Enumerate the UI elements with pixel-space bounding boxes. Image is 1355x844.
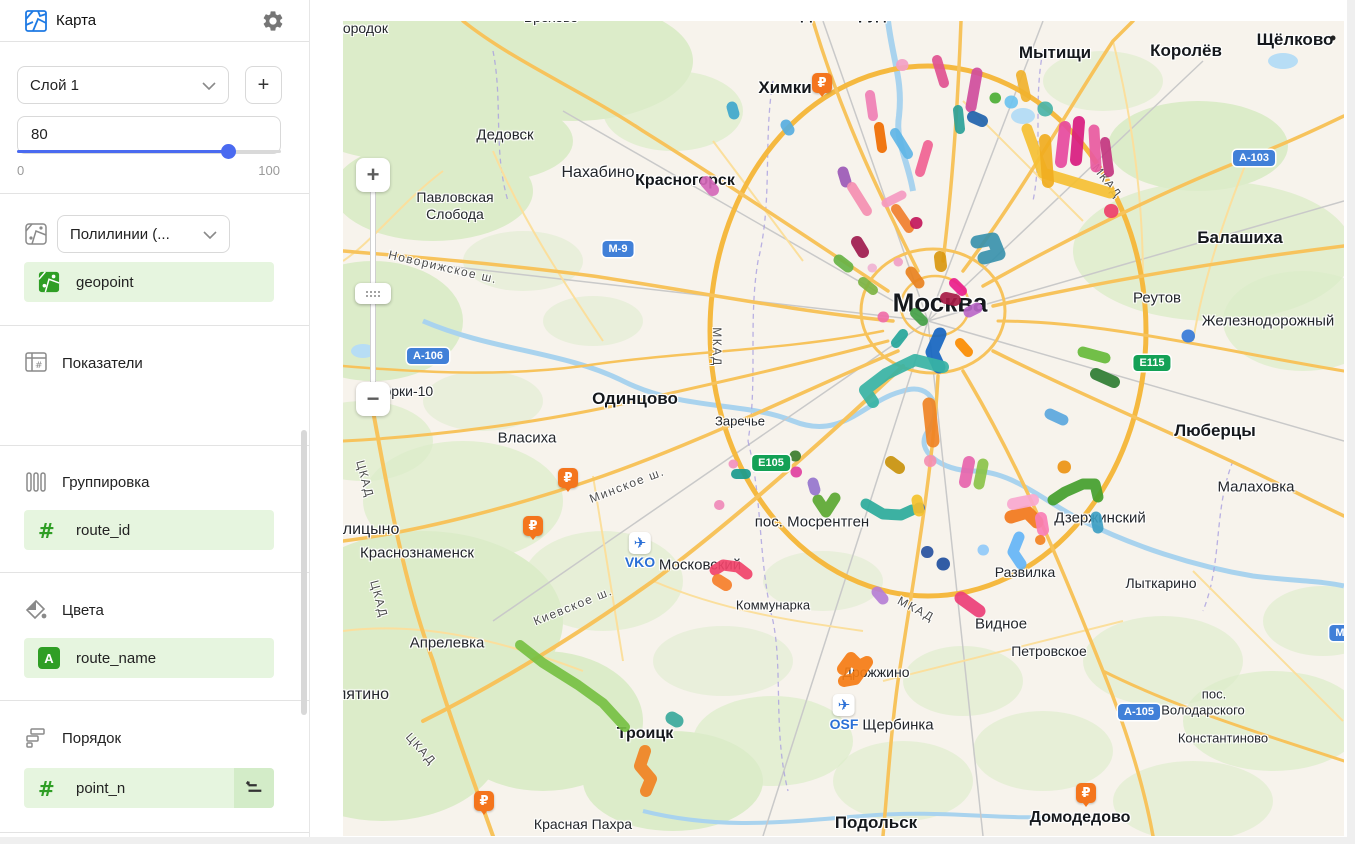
number-field-icon: #	[38, 519, 60, 541]
road-shield: Е115	[1133, 355, 1170, 371]
zoom-out-button[interactable]: −	[356, 382, 390, 416]
panel-scrollbar[interactable]	[301, 430, 307, 715]
layer-select-value: Слой 1	[30, 77, 79, 94]
map-canvas[interactable]: МоскваХимкиМытищиКоролёвЩёлковоБалашихаО…	[343, 21, 1344, 836]
geometry-type-icon	[24, 222, 48, 246]
order-section-title: Порядок	[62, 730, 121, 747]
layer-select[interactable]: Слой 1	[17, 66, 229, 104]
fuel-price-marker[interactable]: ₽	[812, 73, 832, 93]
map-markers-layer: М-9А-106А-103А-105Е115Е105М5₽₽₽₽₽✈VKO✈OS…	[343, 21, 1344, 836]
plane-icon: ✈	[833, 694, 855, 716]
fuel-price-marker[interactable]: ₽	[558, 468, 578, 488]
order-field-label: point_n	[76, 780, 125, 797]
geopoint-field-label: geopoint	[76, 274, 134, 291]
airport-code-label: OSF	[830, 716, 859, 732]
chevron-down-icon	[202, 77, 216, 94]
opacity-value: 80	[31, 126, 48, 143]
plane-icon: ✈	[629, 532, 651, 554]
road-shield: Е105	[752, 455, 790, 471]
grouping-section-title: Группировка	[62, 474, 149, 491]
colors-field-label: route_name	[76, 650, 156, 667]
fuel-price-marker[interactable]: ₽	[523, 516, 543, 536]
geopoint-icon	[38, 271, 60, 293]
airport-marker[interactable]: ✈OSF	[830, 694, 859, 732]
drag-dots-icon	[365, 290, 381, 297]
panel-title: Карта	[56, 12, 96, 29]
road-shield: М5	[1329, 625, 1344, 641]
string-field-icon: A	[38, 647, 60, 669]
zoom-in-button[interactable]: +	[356, 158, 390, 192]
map-settings-panel: Карта Слой 1 + 80 0 100 Полилинии (...	[0, 0, 310, 844]
colors-section-title: Цвета	[62, 602, 104, 619]
airport-code-label: VKO	[625, 554, 655, 570]
road-shield: А-105	[1118, 704, 1160, 720]
opacity-max-label: 100	[258, 163, 280, 178]
opacity-input[interactable]: 80	[17, 116, 281, 154]
geopoint-field-chip[interactable]: geopoint	[24, 262, 274, 302]
panel-header: Карта	[0, 0, 309, 42]
number-field-icon: #	[38, 777, 60, 799]
geometry-type-value: Полилинии (...	[70, 226, 170, 243]
order-icon	[24, 726, 48, 750]
grouping-icon	[24, 470, 48, 494]
measures-icon: #	[24, 350, 48, 374]
add-layer-button[interactable]: +	[245, 66, 282, 104]
road-shield: М-9	[603, 241, 634, 257]
svg-text:#: #	[35, 361, 43, 371]
grouping-field-chip[interactable]: # route_id	[24, 510, 274, 550]
chevron-down-icon	[203, 226, 217, 243]
gear-icon[interactable]	[261, 9, 285, 33]
opacity-slider-handle[interactable]	[221, 144, 236, 159]
opacity-slider-fill	[17, 150, 228, 153]
fuel-price-marker[interactable]: ₽	[474, 791, 494, 811]
road-shield: А-103	[1233, 150, 1275, 166]
zoom-slider-handle[interactable]	[355, 283, 391, 304]
airport-marker[interactable]: ✈VKO	[625, 532, 655, 570]
road-shield: А-106	[407, 348, 449, 364]
window-scrollbar-horizontal[interactable]	[0, 837, 1355, 844]
city-dot	[1331, 36, 1336, 41]
order-field-chip[interactable]: # point_n	[24, 768, 274, 808]
colors-field-chip[interactable]: A route_name	[24, 638, 274, 678]
geometry-type-select[interactable]: Полилинии (...	[57, 215, 230, 253]
sort-direction-button[interactable]	[234, 768, 274, 808]
grouping-field-label: route_id	[76, 522, 130, 539]
colors-icon	[24, 598, 48, 622]
opacity-slider[interactable]	[17, 150, 281, 153]
fuel-price-marker[interactable]: ₽	[1076, 783, 1096, 803]
window-scrollbar-vertical[interactable]	[1347, 0, 1355, 844]
opacity-min-label: 0	[17, 163, 24, 178]
measures-section-title: Показатели	[62, 355, 143, 372]
map-chart-icon	[24, 9, 48, 38]
